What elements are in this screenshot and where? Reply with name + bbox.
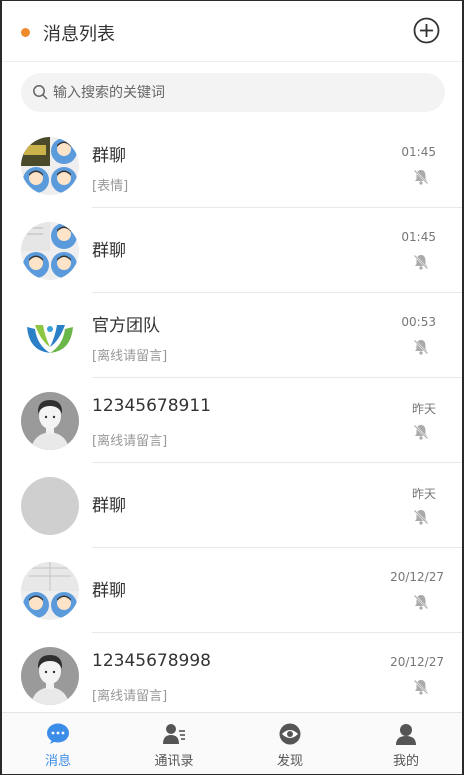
conversation-item[interactable]: 群聊 01:45 (0, 208, 464, 293)
contacts-icon (163, 724, 185, 744)
conversation-time: 20/12/27 (390, 570, 444, 584)
status-dot (21, 28, 30, 37)
conversation-item[interactable]: 群聊 [表情] 01:45 (0, 123, 464, 208)
conversation-name: 群聊 (92, 241, 126, 261)
conversation-name: 群聊 (92, 496, 126, 516)
header-bar: 消息列表 (0, 0, 464, 62)
conversation-preview: [离线请留言] (92, 434, 168, 449)
conversation-preview: [表情] (92, 179, 129, 194)
conversation-item[interactable]: 12345678998 [离线请留言] 20/12/27 (0, 633, 464, 718)
conversation-preview: [离线请留言] (92, 349, 168, 364)
mute-bell-icon (413, 254, 429, 270)
search-input[interactable] (53, 73, 433, 112)
conversation-name: 12345678911 (92, 396, 211, 416)
conversation-name: 12345678998 (92, 651, 211, 671)
tab-label: 消息 (44, 754, 71, 769)
conversation-time: 昨天 (411, 487, 436, 501)
blank-avatar (21, 477, 79, 535)
conversation-time: 20/12/27 (390, 655, 444, 669)
chat-bubble-icon (47, 723, 69, 744)
conversation-list: 群聊 [表情] 01:45 群聊 01:45 官方团队 [离线请留言] 00:5… (0, 123, 464, 718)
tab-label: 发现 (276, 754, 303, 769)
user-avatar (21, 647, 79, 705)
group-avatar (21, 562, 79, 620)
search-bar[interactable] (21, 73, 445, 112)
page-title: 消息列表 (43, 24, 115, 45)
conversation-preview: [离线请留言] (92, 689, 168, 704)
conversation-time: 00:53 (401, 315, 436, 329)
tab-discover[interactable]: 发现 (232, 713, 348, 775)
conversation-item[interactable]: 群聊 昨天 (0, 463, 464, 548)
mute-bell-icon (413, 594, 429, 610)
mute-bell-icon (413, 509, 429, 525)
tab-profile[interactable]: 我的 (348, 713, 464, 775)
group-avatar (21, 222, 79, 280)
person-icon (396, 724, 416, 745)
tab-contacts[interactable]: 通讯录 (116, 713, 232, 775)
mute-bell-icon (413, 339, 429, 355)
conversation-name: 官方团队 (92, 316, 160, 336)
conversation-time: 01:45 (401, 145, 436, 159)
tab-label: 我的 (392, 754, 419, 769)
mute-bell-icon (413, 679, 429, 695)
add-circle-icon[interactable] (413, 17, 440, 44)
conversation-time: 01:45 (401, 230, 436, 244)
user-avatar (21, 392, 79, 450)
mute-bell-icon (413, 424, 429, 440)
search-icon (33, 85, 48, 100)
conversation-name: 群聊 (92, 146, 126, 166)
conversation-time: 昨天 (411, 402, 436, 416)
conversation-name: 群聊 (92, 581, 126, 601)
group-avatar (21, 137, 79, 195)
bottom-tab-bar: 消息 通讯录 发现 我的 (0, 712, 464, 775)
conversation-item[interactable]: 群聊 20/12/27 (0, 548, 464, 633)
mute-bell-icon (413, 169, 429, 185)
eye-icon (279, 723, 301, 745)
conversation-item[interactable]: 12345678911 [离线请留言] 昨天 (0, 378, 464, 463)
tab-label: 通讯录 (154, 754, 194, 769)
conversation-item[interactable]: 官方团队 [离线请留言] 00:53 (0, 293, 464, 378)
tab-messages[interactable]: 消息 (0, 713, 116, 775)
team-logo (21, 307, 79, 365)
